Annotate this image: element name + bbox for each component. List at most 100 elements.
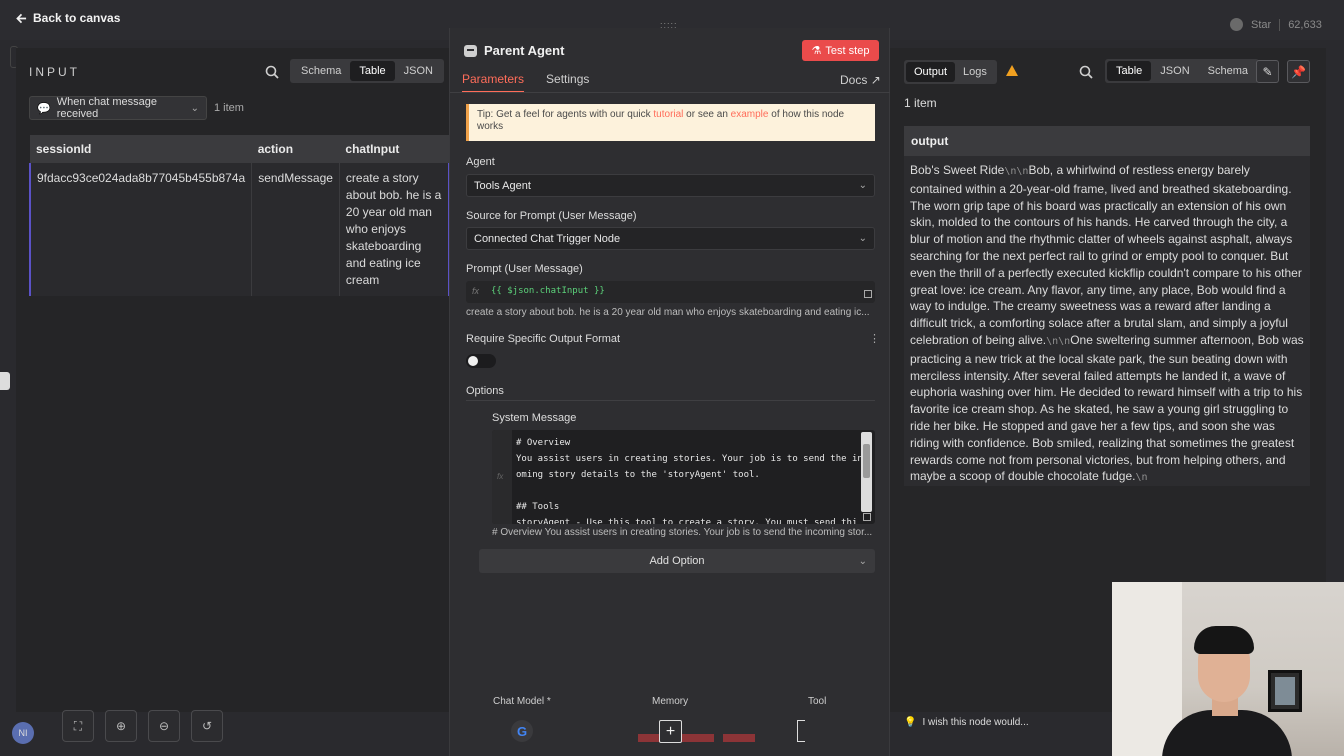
tip-callout: Tip: Get a feel for agents with our quic… bbox=[466, 104, 875, 141]
input-title: INPUT bbox=[29, 65, 80, 79]
fx-icon: fx bbox=[497, 472, 504, 481]
canvas-side-handle[interactable] bbox=[0, 372, 10, 390]
search-icon[interactable] bbox=[265, 65, 279, 79]
editor-gutter: fx bbox=[492, 430, 512, 524]
options-label: Options bbox=[466, 385, 504, 397]
input-item-count: 1 item bbox=[214, 102, 244, 114]
back-to-canvas-link[interactable]: Back to canvas bbox=[16, 11, 120, 25]
expand-icon[interactable] bbox=[863, 513, 871, 521]
input-view-json[interactable]: JSON bbox=[395, 61, 442, 81]
column-header-sessionid: sessionId bbox=[30, 135, 252, 163]
google-model-icon[interactable]: G bbox=[511, 720, 533, 742]
github-star-button[interactable]: Star 62,633 bbox=[1230, 18, 1322, 31]
require-format-toggle[interactable] bbox=[466, 354, 496, 368]
options-divider bbox=[466, 400, 875, 401]
chat-icon: 💬 bbox=[37, 102, 51, 115]
column-header-action: action bbox=[251, 135, 340, 163]
reset-zoom-button[interactable]: ↺ bbox=[191, 710, 223, 742]
test-step-label: Test step bbox=[825, 44, 870, 57]
column-header-output: output bbox=[904, 126, 1310, 156]
docs-link[interactable]: Docs ↗ bbox=[840, 73, 881, 87]
tip-prefix: Tip: Get a feel for agents with our quic… bbox=[477, 109, 654, 120]
system-message-code[interactable]: # Overview You assist users in creating … bbox=[516, 435, 861, 524]
newline-escape: \n bbox=[1135, 472, 1148, 484]
require-format-label: Require Specific Output Format bbox=[466, 333, 621, 345]
node-title[interactable]: Parent Agent bbox=[484, 43, 564, 58]
chevron-down-icon: ⌄ bbox=[858, 555, 867, 567]
test-step-button[interactable]: ⚗ Test step bbox=[802, 40, 879, 61]
star-label: Star bbox=[1251, 18, 1272, 31]
newline-escape: \n\n bbox=[1004, 166, 1029, 177]
input-view-schema[interactable]: Schema bbox=[292, 61, 350, 81]
add-option-button[interactable]: Add Option ⌄ bbox=[479, 549, 875, 573]
output-view-table[interactable]: Table bbox=[1107, 61, 1152, 81]
tool-connector[interactable] bbox=[797, 720, 805, 742]
prompt-label: Prompt (User Message) bbox=[466, 263, 583, 275]
add-memory-button[interactable]: + bbox=[659, 720, 682, 743]
source-label: Source for Prompt (User Message) bbox=[466, 210, 637, 222]
robot-icon bbox=[464, 44, 477, 57]
input-view-table[interactable]: Table bbox=[350, 61, 395, 81]
agent-label: Agent bbox=[466, 156, 495, 168]
pin-data-button[interactable]: 📌 bbox=[1287, 60, 1310, 83]
memory-label: Memory bbox=[652, 696, 689, 707]
table-row[interactable]: 9fdacc93ce024ada8b77045b455b874a sendMes… bbox=[29, 163, 450, 296]
prompt-preview: create a story about bob. he is a 20 yea… bbox=[466, 307, 870, 318]
add-option-label: Add Option bbox=[649, 555, 705, 567]
input-view-toggle: Schema Table JSON bbox=[290, 59, 444, 83]
wish-text: I wish this node would... bbox=[922, 717, 1029, 728]
search-icon[interactable] bbox=[1079, 65, 1093, 79]
tool-label: Tool bbox=[808, 696, 827, 707]
feedback-link[interactable]: 💡 I wish this node would... bbox=[904, 717, 1029, 728]
output-tabs: Output Logs bbox=[904, 60, 997, 84]
output-cell: Bob's Sweet Ride\n\nBob, a whirlwind of … bbox=[904, 156, 1310, 486]
edit-output-button[interactable]: ✎ bbox=[1256, 60, 1279, 83]
output-view-json[interactable]: JSON bbox=[1151, 61, 1198, 81]
tab-output[interactable]: Output bbox=[906, 62, 956, 82]
output-item-count: 1 item bbox=[904, 96, 937, 110]
docs-label: Docs bbox=[840, 73, 868, 87]
column-header-chatinput: chatInput bbox=[339, 135, 449, 163]
agent-select[interactable]: Tools Agent ⌄ bbox=[466, 174, 875, 197]
input-data-table: sessionId action chatInput 9fdacc93ce024… bbox=[29, 135, 450, 296]
system-message-preview: # Overview You assist users in creating … bbox=[492, 527, 873, 538]
agent-value: Tools Agent bbox=[474, 179, 531, 192]
zoom-out-button[interactable]: ⊖ bbox=[148, 710, 180, 742]
tutorial-link[interactable]: tutorial bbox=[653, 109, 683, 120]
star-count: 62,633 bbox=[1279, 18, 1322, 31]
zoom-in-button[interactable]: ⊕ bbox=[105, 710, 137, 742]
tab-logs[interactable]: Logs bbox=[955, 62, 995, 82]
input-node-select[interactable]: 💬 When chat message received ⌄ bbox=[29, 96, 207, 120]
example-link[interactable]: example bbox=[731, 109, 769, 120]
newline-escape: \n\n bbox=[1046, 335, 1071, 347]
system-message-label: System Message bbox=[492, 412, 577, 424]
source-value: Connected Chat Trigger Node bbox=[474, 232, 621, 245]
modal-header: Parent Agent bbox=[464, 43, 564, 58]
prompt-expression-field[interactable]: fx {{ $json.chatInput }} bbox=[466, 281, 875, 303]
editor-scrollbar[interactable] bbox=[861, 432, 872, 512]
tab-parameters[interactable]: Parameters bbox=[462, 72, 525, 93]
cell-chatinput: create a story about bob. he is a 20 yea… bbox=[339, 163, 450, 296]
output-text: Bob's Sweet Ride bbox=[910, 163, 1005, 177]
flask-icon: ⚗ bbox=[811, 45, 822, 57]
output-view-toggle: Table JSON Schema bbox=[1105, 59, 1259, 83]
fit-view-button[interactable]: ⛶ bbox=[62, 710, 94, 742]
system-message-editor[interactable]: fx # Overview You assist users in creati… bbox=[492, 430, 875, 524]
node-settings-modal: Parent Agent ⚗ Test step Parameters Sett… bbox=[449, 28, 891, 756]
expand-icon[interactable] bbox=[864, 290, 872, 298]
fit-view-icon: ⛶ bbox=[73, 718, 83, 733]
source-select[interactable]: Connected Chat Trigger Node ⌄ bbox=[466, 227, 875, 250]
more-options-icon[interactable]: ⋮ bbox=[869, 332, 880, 345]
webcam-overlay bbox=[1112, 582, 1344, 756]
external-link-icon: ↗ bbox=[870, 73, 881, 87]
chevron-down-icon: ⌄ bbox=[858, 180, 867, 191]
lightbulb-icon: 💡 bbox=[904, 717, 917, 728]
output-view-schema[interactable]: Schema bbox=[1199, 61, 1257, 81]
warning-icon bbox=[1006, 65, 1018, 76]
avatar[interactable]: NI bbox=[12, 722, 34, 744]
input-panel: INPUT Schema Table JSON 💬 When chat mess… bbox=[16, 48, 450, 712]
chat-model-label: Chat Model * bbox=[493, 696, 551, 707]
tab-settings[interactable]: Settings bbox=[546, 72, 589, 93]
input-node-value: When chat message received bbox=[56, 96, 157, 120]
cell-action: sendMessage bbox=[251, 163, 340, 296]
